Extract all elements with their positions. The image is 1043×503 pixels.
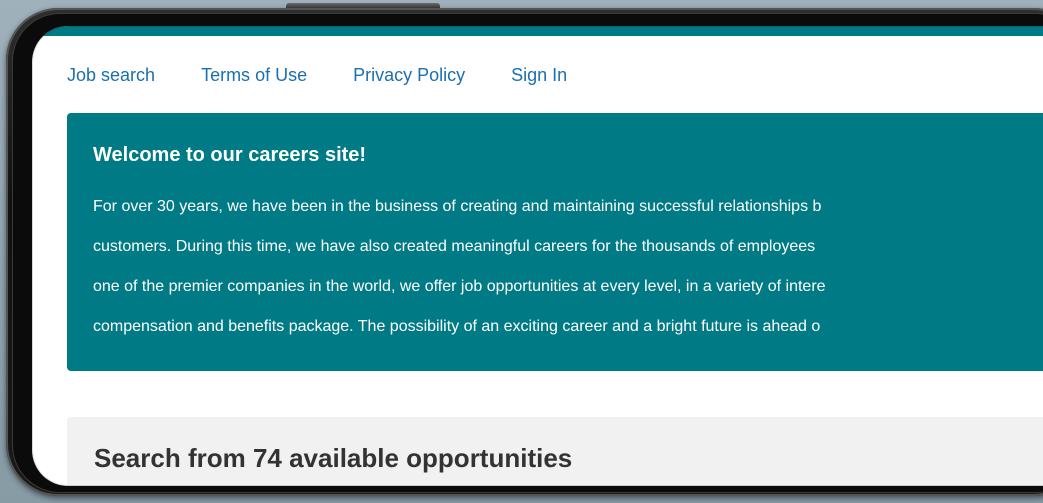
welcome-heading: Welcome to our careers site! xyxy=(93,144,367,166)
nav-link-sign-in[interactable]: Sign In xyxy=(511,64,567,86)
welcome-description-line: For over 30 years, we have been in the b… xyxy=(93,198,822,215)
nav-link-privacy-policy[interactable]: Privacy Policy xyxy=(353,64,465,86)
brand-header-strip xyxy=(32,26,1043,36)
welcome-banner: Welcome to our careers site! For over 30… xyxy=(67,113,1043,371)
nav-link-job-search[interactable]: Job search xyxy=(67,64,155,86)
welcome-description-line: compensation and benefits package. The p… xyxy=(93,318,821,335)
welcome-description: For over 30 years, we have been in the b… xyxy=(93,177,1043,357)
job-search-panel: Search from 74 available opportunities xyxy=(67,417,1043,486)
top-navigation: Job search Terms of Use Privacy Policy S… xyxy=(67,64,613,86)
welcome-description-line: one of the premier companies in the worl… xyxy=(93,278,826,295)
welcome-description-line: customers. During this time, we have als… xyxy=(93,238,816,255)
search-heading: Search from 74 available opportunities xyxy=(94,443,573,473)
nav-link-terms-of-use[interactable]: Terms of Use xyxy=(201,64,307,86)
careers-page: Job search Terms of Use Privacy Policy S… xyxy=(32,26,1043,486)
